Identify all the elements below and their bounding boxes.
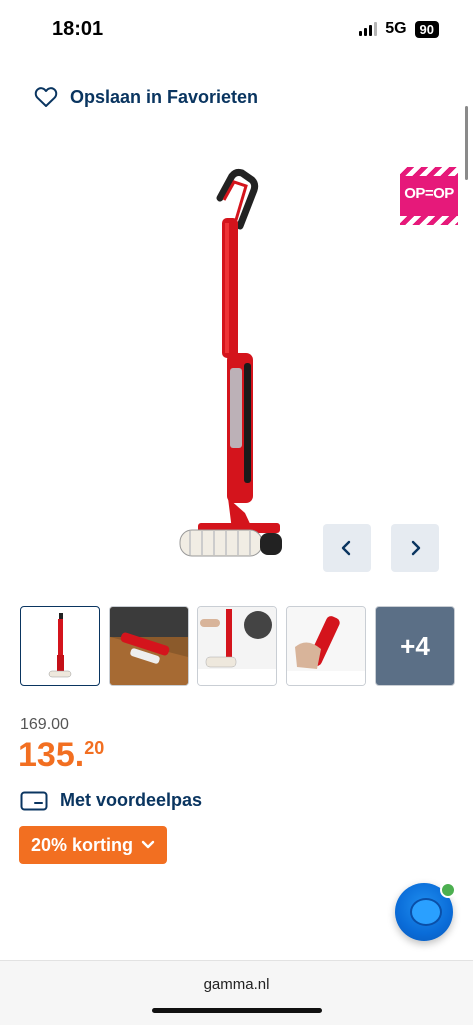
original-price: 169.00 [20,716,69,733]
save-favorites-button[interactable]: Opslaan in Favorieten [34,86,258,108]
url-domain[interactable]: gamma.nl [0,976,473,993]
thumbnail-detail-image [198,607,276,685]
thumbnail-4[interactable] [286,606,366,686]
chat-icon [410,898,442,926]
thumbnail-1[interactable] [20,606,100,686]
online-status-dot [440,882,456,898]
thumbnail-hand-image [287,607,365,685]
thumbnail-floor-image [110,607,188,685]
gallery-next-button[interactable] [391,524,439,572]
gallery-prev-button[interactable] [323,524,371,572]
status-indicators: 5G 90 [359,20,439,38]
thumbnail-more[interactable]: +4 [375,606,455,686]
chevron-left-icon [341,540,351,556]
heart-outline-icon [34,87,58,107]
promo-badge: OP=OP [400,167,458,225]
sale-price-cents: 20 [84,738,105,758]
thumbnail-vacuum-image [48,613,72,678]
discount-dropdown-button[interactable]: 20% korting [19,826,168,864]
favorites-label: Opslaan in Favorieten [70,86,259,107]
discount-label: 20% korting [31,834,134,855]
more-count: +4 [400,630,430,661]
thumbnail-2[interactable] [109,606,189,686]
home-indicator[interactable] [152,1008,322,1013]
chevron-right-icon [411,540,421,556]
sale-price-main: 135. [18,736,85,774]
badge-text: OP=OP [404,185,454,202]
card-icon [20,791,48,810]
loyalty-label: Met voordeelpas [60,790,203,810]
battery-level: 90 [414,20,439,38]
signal-icon [359,22,378,36]
sale-price: 135.20 [18,736,104,775]
loyalty-card-row: Met voordeelpas [20,790,202,811]
status-time: 18:01 [52,18,104,40]
network-type: 5G [385,20,407,37]
thumbnail-3[interactable] [197,606,277,686]
product-image [179,168,282,557]
scrollbar[interactable] [465,106,468,180]
chevron-down-icon [141,840,155,849]
